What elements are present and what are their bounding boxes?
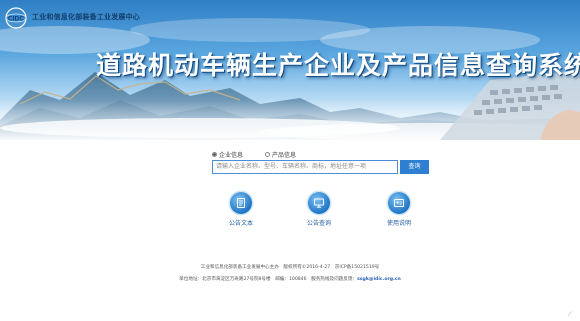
quick-link-label[interactable]: 公告查询	[299, 218, 339, 227]
system-title: 道路机动车辆生产企业及产品信息查询系统	[96, 51, 580, 80]
quick-link-label[interactable]: 公告文本	[221, 218, 261, 227]
header-banner: CIDC 工业和信息化部装备工业发展中心 道路机动车辆生产企业及产品信息查询系统	[0, 0, 580, 140]
document-icon[interactable]	[230, 192, 252, 214]
search-type-selector: 企业信息 产品信息	[212, 150, 296, 159]
cidc-logo: CIDC	[5, 7, 27, 29]
radio-enterprise-info[interactable]: 企业信息	[212, 150, 243, 159]
footer-copyright: 工业和信息化部装备工业发展中心主办 版权所有©2016-4-27 京ICP备15…	[200, 265, 380, 270]
search-input[interactable]: 请输入企业名称、型号、车辆名称、商标，地址任意一项	[212, 160, 398, 174]
quick-link-label[interactable]: 使用说明	[379, 218, 419, 227]
monitor-icon[interactable]	[308, 192, 330, 214]
feedback-email-link[interactable]: ssgk@idic.org.cn	[357, 277, 401, 282]
resize-grip-icon: ⟋	[567, 311, 572, 318]
radio-unselected-icon[interactable]	[265, 152, 271, 157]
radio-product-info[interactable]: 产品信息	[265, 150, 296, 159]
quick-link-announcement-text[interactable]: 公告文本	[221, 192, 261, 227]
search-button[interactable]: 查询	[400, 160, 429, 174]
footer-address: 单位地址：北京市海淀区万寿路27号院8号楼 邮编：100846 服务热线及问题反…	[179, 277, 358, 282]
organization-name: 工业和信息化部装备工业发展中心	[32, 13, 140, 21]
radio-selected-icon[interactable]	[212, 152, 217, 157]
quick-link-announcement-query[interactable]: 公告查询	[299, 192, 339, 227]
svg-text:CIDC: CIDC	[8, 16, 24, 23]
radio-label-product: 产品信息	[272, 152, 297, 159]
radio-label-enterprise: 企业信息	[219, 152, 244, 159]
quick-link-user-guide[interactable]: 使用说明	[379, 192, 419, 227]
footer-contact: 单位地址：北京市海淀区万寿路27号院8号楼 邮编：100846 服务热线及问题反…	[0, 276, 580, 282]
id-card-icon[interactable]	[388, 192, 410, 214]
